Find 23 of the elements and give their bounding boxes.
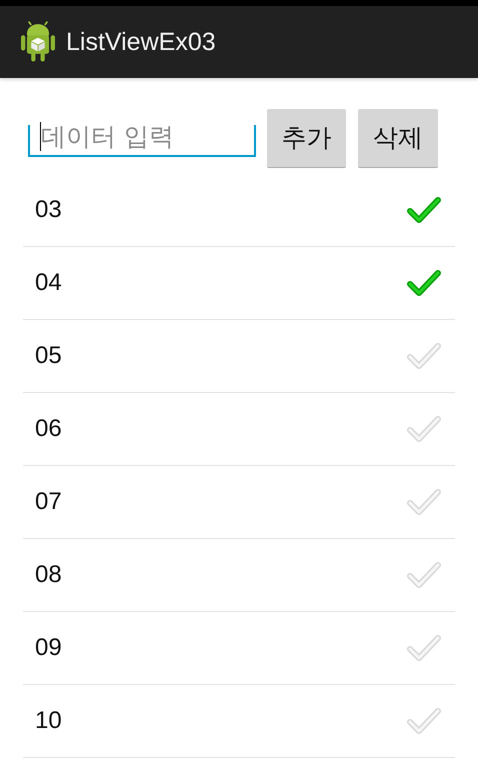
android-robot-icon	[21, 21, 55, 63]
app-title: ListViewEx03	[66, 28, 216, 56]
checkmark-icon[interactable]	[407, 196, 441, 224]
item-label: 09	[35, 634, 62, 662]
list-item[interactable]: 09	[23, 612, 455, 685]
add-button[interactable]: 추가	[266, 108, 346, 168]
item-label: 06	[35, 415, 62, 443]
item-label: 03	[35, 196, 62, 224]
checkmark-icon[interactable]	[407, 269, 441, 297]
item-label: 08	[35, 561, 62, 589]
list-item[interactable]: 03	[23, 174, 455, 247]
item-label: 10	[35, 707, 62, 735]
item-label: 07	[35, 488, 62, 516]
item-label: 04	[35, 269, 62, 297]
list-item[interactable]: 06	[23, 393, 455, 466]
delete-button[interactable]: 삭제	[358, 108, 438, 168]
list-item[interactable]: 07	[23, 466, 455, 539]
item-label: 05	[35, 342, 62, 370]
list-item[interactable]: 05	[23, 320, 455, 393]
list-item[interactable]: 10	[23, 685, 455, 758]
list-item[interactable]: 08	[23, 539, 455, 612]
list-item[interactable]: 04	[23, 247, 455, 320]
input-field[interactable]: 데이터 입력	[28, 125, 256, 157]
